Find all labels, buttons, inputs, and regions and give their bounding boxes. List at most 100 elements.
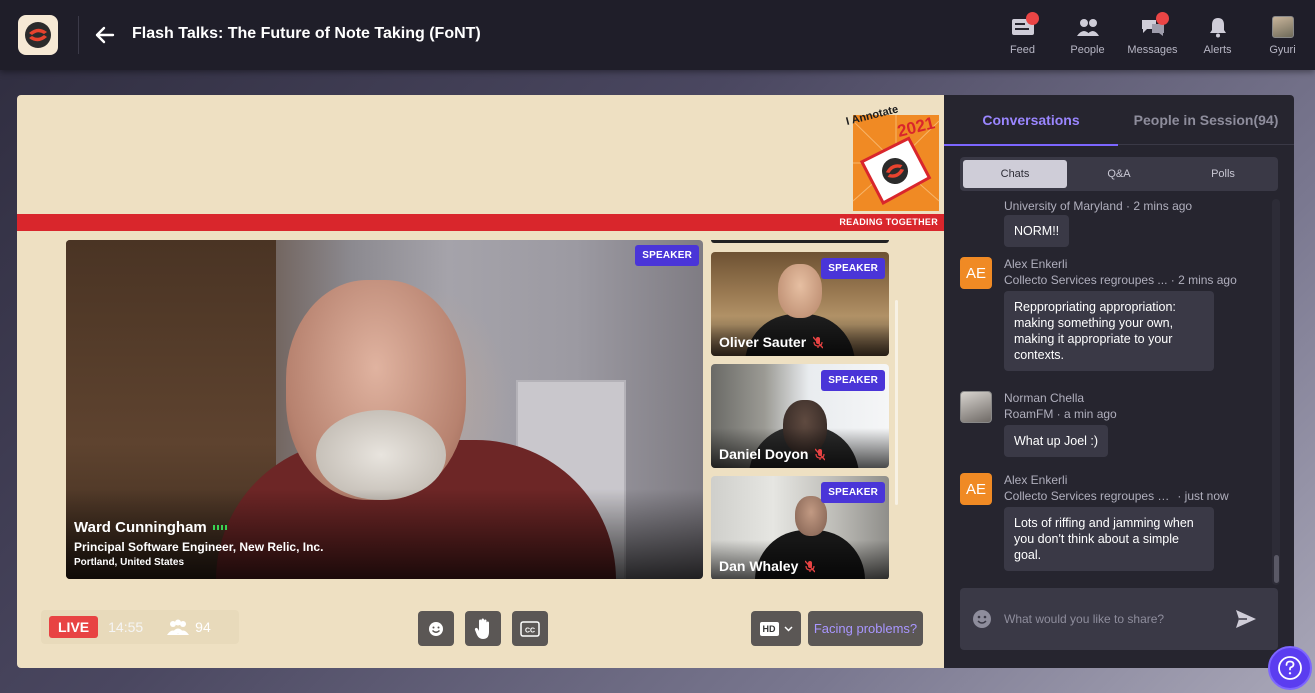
tile-head [778,264,822,318]
i-annotate-2021-logo: I Annotate 2021 [845,103,940,211]
nav-people[interactable]: People [1055,0,1120,70]
question-mark-icon [1278,656,1302,680]
tab-conversations[interactable]: Conversations [944,95,1118,146]
svg-text:CC: CC [525,627,535,634]
speaker-name: Dan Whaley [719,558,799,574]
captions-button[interactable]: CC [512,611,548,646]
audio-level-icon [212,525,227,530]
message-org-time: RoamFM · a min ago [1004,407,1117,421]
chat-scrollbar-thumb[interactable] [1274,555,1279,583]
messages-notification-dot [1155,12,1169,25]
raise-hand-icon [474,618,489,639]
nav-label: Gyuri [1269,44,1296,56]
message-bubble: Lots of riffing and jamming when you don… [1004,507,1214,571]
event-title: Flash Talks: The Future of Note Taking (… [132,25,481,42]
chevron-down-icon [783,625,793,632]
stage: READING TOGETHER I Annotate 2021 SPEAKER… [17,95,944,668]
message-org-time: University of Maryland · 2 mins ago [1004,199,1193,213]
chat-segment-control: Chats Q&A Polls [960,157,1278,191]
smiley-icon [429,621,443,636]
message-bubble: What up Joel :) [1004,425,1109,457]
thumbnail-partial [711,240,889,243]
banner-stripe [17,214,944,231]
messages-icon [1139,12,1169,40]
bell-icon [1204,14,1232,40]
main-speaker-location: Portland, United States [74,557,185,568]
nav-profile[interactable]: Gyuri [1250,0,1315,70]
message-org-time: Collecto Services regroupes ... · 2 mins… [1004,273,1237,287]
speaker-name-row: Daniel Doyon [719,446,826,462]
live-status-bar: LIVE 14:55 94 [41,610,239,644]
top-nav: Feed People Messages Alerts Gyuri [990,0,1315,70]
emoji-picker-icon[interactable] [972,609,992,629]
speaker-badge: SPEAKER [821,258,885,279]
message-author[interactable]: Alex Enkerli [1004,473,1067,487]
help-button[interactable] [1268,646,1312,690]
nav-messages[interactable]: Messages [1120,0,1185,70]
speaker-name: Daniel Doyon [719,446,809,462]
nav-label: Messages [1127,44,1178,56]
speaker-name-row: Dan Whaley [719,558,816,574]
profile-avatar-wrap [1269,14,1297,40]
feed-notification-dot [1025,12,1039,25]
chat-composer [960,588,1278,650]
speaker-name-row: Oliver Sauter [719,334,824,350]
thumbnails-scrollbar[interactable] [895,300,898,505]
user-avatar [960,391,992,423]
tab-people-in-session[interactable]: People in Session(94) [1118,95,1294,145]
chat-input[interactable] [1004,608,1214,630]
viewer-count: 94 [167,619,211,636]
panel-tabs: Conversations People in Session(94) [944,95,1294,146]
message-time: a min ago [1064,407,1117,421]
app-logo[interactable] [18,15,58,55]
banner-tagline: READING TOGETHER [839,217,938,227]
speaker-tile-dan[interactable]: SPEAKER Dan Whaley [711,476,889,579]
people-icon [1074,14,1102,40]
mic-muted-icon [813,336,824,348]
chat-scrollbar-track[interactable] [1272,199,1280,585]
message-org: RoamFM [1004,407,1054,421]
nav-feed[interactable]: Feed [990,0,1055,70]
main-speaker-name-row: Ward Cunningham [74,519,227,536]
quality-select[interactable]: HD [751,611,801,646]
reactions-button[interactable] [418,611,454,646]
feed-icon [1009,12,1039,40]
message-org: Collecto Services regroupes en... [1004,489,1174,503]
closed-captions-icon: CC [520,620,540,637]
viewer-count-value: 94 [195,619,211,635]
segment-chats[interactable]: Chats [963,160,1067,188]
main-speaker-role: Principal Software Engineer, New Relic, … [74,540,324,554]
nav-label: Alerts [1203,44,1232,56]
speaker-thumbnails: SPEAKER Oliver Sauter SPEAKER Daniel Doy… [711,240,889,579]
raise-hand-button[interactable] [465,611,501,646]
back-button[interactable] [92,22,118,48]
nav-label: People [1070,44,1105,56]
message-author[interactable]: Alex Enkerli [1004,257,1067,271]
segment-qna[interactable]: Q&A [1067,160,1171,188]
top-bar: Flash Talks: The Future of Note Taking (… [0,0,1315,70]
mic-muted-icon [815,448,826,460]
message-time: 2 mins ago [1133,199,1193,213]
live-badge: LIVE [49,616,99,638]
send-icon[interactable] [1234,607,1258,631]
session-timer: 14:55 [108,619,144,635]
quality-value: HD [759,621,779,636]
speaker-tile-oliver[interactable]: SPEAKER Oliver Sauter [711,252,889,356]
nav-alerts[interactable]: Alerts [1185,0,1250,70]
speaker-badge: SPEAKER [821,482,885,503]
mic-muted-icon [805,560,816,572]
facing-problems-button[interactable]: Facing problems? [808,611,923,646]
side-panel: Conversations People in Session(94) Chat… [944,95,1294,668]
message-org-time: Collecto Services regroupes en... · just… [1004,489,1229,503]
message-bubble: Reppropriating appropriation: making som… [1004,291,1214,371]
message-author[interactable]: Norman Chella [1004,391,1084,405]
speaker-badge: SPEAKER [635,245,699,266]
segment-polls[interactable]: Polls [1171,160,1275,188]
main-speaker-name: Ward Cunningham [74,519,207,536]
annotate-logo-icon [25,22,51,48]
message-time: 2 mins ago [1178,273,1237,287]
message-time: just now [1184,489,1229,503]
main-speaker-video[interactable]: SPEAKER Ward Cunningham Principal Softwa… [66,240,703,579]
user-avatar: AE [960,257,992,289]
speaker-tile-daniel[interactable]: SPEAKER Daniel Doyon [711,364,889,468]
